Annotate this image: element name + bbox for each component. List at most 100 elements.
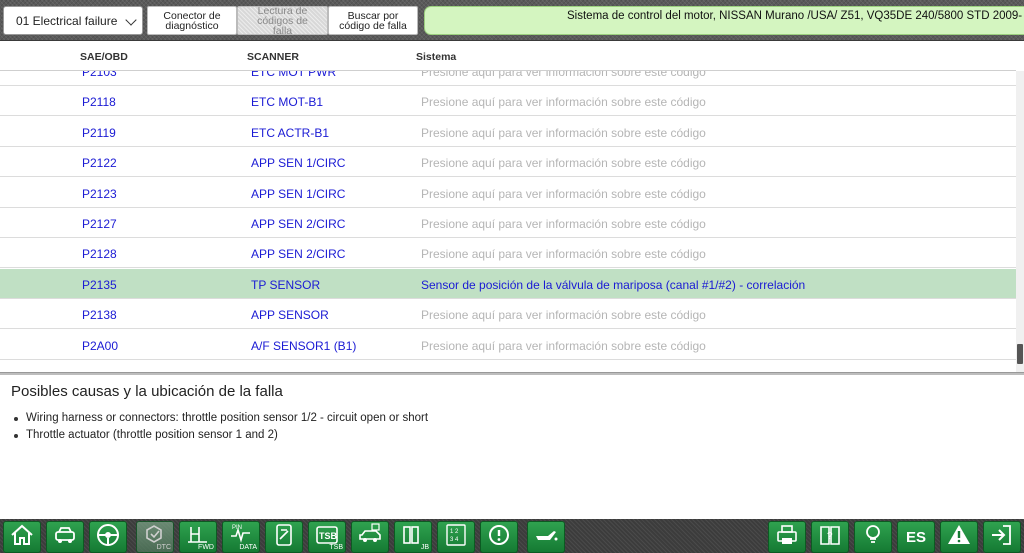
tools-icon	[271, 522, 297, 553]
scanner-name-cell: APP SEN 2/CIRC	[251, 247, 346, 262]
home-button[interactable]	[3, 521, 41, 553]
dtc-code-cell: P2103	[82, 71, 117, 79]
header-sae-obd: SAE/OBD	[80, 51, 128, 63]
vehicle-button[interactable]	[351, 521, 389, 553]
system-description-cell: Presione aquí para ver información sobre…	[421, 308, 706, 323]
header-system: Sistema	[416, 51, 457, 63]
svg-text:3 4: 3 4	[450, 537, 459, 543]
oil-can-button[interactable]	[527, 521, 565, 553]
pin-data-button[interactable]: PIN DATA	[222, 521, 260, 553]
scanner-name-cell: APP SEN 1/CIRC	[251, 186, 346, 201]
dtc-button[interactable]: DTC	[136, 521, 174, 553]
system-description-cell: Presione aquí para ver información sobre…	[421, 369, 706, 371]
table-row[interactable]: P2A03 A/F SENSOR1 (B2) Presione aquí para …	[0, 360, 1016, 371]
brake-button[interactable]	[480, 521, 518, 553]
dtc-code-cell: P2A00	[82, 338, 119, 353]
system-description-cell: Presione aquí para ver información sobre…	[421, 125, 706, 140]
scanner-name-cell: A/F SENSOR1 (B1)	[251, 338, 357, 353]
search-by-code-button[interactable]: Buscar por código de falla	[328, 6, 418, 35]
table-row[interactable]: P2138 APP SENSOR Presione aquí para ver in…	[0, 299, 1016, 330]
tools-button[interactable]	[265, 521, 303, 553]
system-description-cell: Presione aquí para ver información sobre…	[421, 217, 706, 231]
table-scrollbar[interactable]	[1016, 71, 1024, 374]
help-book-icon: ?	[817, 522, 843, 553]
dtc-code-cell: P2127	[82, 217, 117, 231]
read-fault-codes-button[interactable]: Lectura de códigos de falla	[237, 5, 328, 36]
scanner-name-cell: ETC MOT PWR	[251, 71, 337, 79]
dtc-code-cell: P2135	[82, 277, 117, 292]
home-icon	[9, 522, 35, 553]
tsb-button[interactable]: TSB TSB	[308, 521, 346, 553]
scanner-name-cell: APP SENSOR	[251, 308, 329, 323]
oil-can-icon	[533, 522, 559, 553]
lightbulb-button[interactable]	[854, 521, 892, 553]
button-caption: DATA	[239, 544, 257, 551]
steering-wheel-button[interactable]	[89, 521, 127, 553]
scanner-name-cell: ETC ACTR-B1	[251, 125, 330, 140]
scanner-name-cell: ETC MOT-B1	[251, 95, 324, 110]
steering-wheel-icon	[95, 522, 121, 553]
svg-text:TSB: TSB	[319, 531, 338, 541]
print-button[interactable]	[768, 521, 806, 553]
table-row[interactable]: P2135 TP SENSOR Sensor de posición de la v…	[0, 268, 1016, 299]
system-description-cell: Presione aquí para ver información sobre…	[421, 338, 706, 353]
svg-text:PIN: PIN	[232, 525, 242, 531]
table-row[interactable]: P2122 APP SEN 1/CIRC Presione aquí para ve…	[0, 147, 1016, 178]
car-list-icon	[52, 522, 78, 553]
print-icon	[774, 522, 800, 553]
svg-text:1 2: 1 2	[450, 529, 459, 535]
dtc-code-cell: P2A03	[82, 369, 118, 371]
dtc-code-cell: P2122	[82, 156, 117, 171]
table-row[interactable]: P2A00 A/F SENSOR1 (B1) Presione aquí para …	[0, 330, 1016, 360]
system-description-cell: Presione aquí para ver información sobre…	[421, 71, 706, 79]
failure-type-value: 01 Electrical failure	[16, 14, 118, 28]
bottom-toolbar: DTC FWD PIN DATA TSB TSB JB 1 23 4? ES	[0, 519, 1024, 553]
help-book-button[interactable]: ?	[811, 521, 849, 553]
dtc-code-cell: P2123	[82, 186, 117, 201]
exit-button[interactable]	[983, 521, 1021, 553]
language-button-button[interactable]: ES	[897, 521, 935, 553]
cause-item: Wiring harness or connectors: throttle p…	[11, 410, 1013, 427]
failure-type-select[interactable]: 01 Electrical failure	[3, 6, 143, 35]
system-description-cell: Sensor de posición de la válvula de mari…	[421, 277, 806, 292]
car-list-button[interactable]	[46, 521, 84, 553]
system-description-cell: Presione aquí para ver información sobre…	[421, 186, 706, 201]
dtc-code-cell: P2128	[82, 247, 117, 262]
system-description-cell: Presione aquí para ver información sobre…	[421, 247, 706, 262]
jb-button[interactable]: JB	[394, 521, 432, 553]
button-caption: FWD	[198, 544, 214, 551]
cause-list: Wiring harness or connectors: throttle p…	[11, 410, 1013, 444]
scanner-name-cell: APP SEN 1/CIRC	[251, 156, 346, 171]
system-info-bar: Sistema de control del motor, NISSAN Mur…	[424, 6, 1024, 35]
brake-icon	[486, 522, 512, 553]
grid-icon: 1 23 4	[443, 522, 469, 553]
scanner-name-cell: APP SEN 2/CIRC	[251, 217, 346, 231]
exit-icon	[989, 522, 1015, 553]
scanner-name-cell: TP SENSOR	[251, 277, 321, 292]
dtc-code-cell: P2138	[82, 308, 117, 323]
details-panel: Posibles causas y la ubicación de la fal…	[0, 375, 1024, 520]
table-row[interactable]: P2123 APP SEN 1/CIRC Presione aquí para ve…	[0, 178, 1016, 208]
table-row[interactable]: P2103 ETC MOT PWR Presione aquí para ver i…	[0, 71, 1016, 86]
system-description-cell: Presione aquí para ver información sobre…	[421, 95, 706, 110]
diagnostic-connector-button[interactable]: Conector de diagnóstico	[147, 6, 237, 35]
fwd-button[interactable]: FWD	[179, 521, 217, 553]
lightbulb-icon	[860, 522, 886, 553]
system-description-cell: Presione aquí para ver información sobre…	[421, 156, 706, 171]
top-toolbar: 01 Electrical failure Conector de diagnó…	[0, 0, 1024, 41]
table-row[interactable]: P2127 APP SEN 2/CIRC Presione aquí para ve…	[0, 208, 1016, 238]
dtc-code-cell: P2119	[82, 125, 116, 140]
table-row[interactable]: P2119 ETC ACTR-B1 Presione aquí para ver i…	[0, 117, 1016, 147]
fault-code-table: P2103 ETC MOT PWR Presione aquí para ver i…	[0, 71, 1016, 371]
button-caption: TSB	[329, 544, 343, 551]
table-row[interactable]: P2128 APP SEN 2/CIRC Presione aquí para ve…	[0, 238, 1016, 269]
grid-button[interactable]: 1 23 4	[437, 521, 475, 553]
dtc-code-cell: P2118	[82, 95, 116, 110]
button-caption: JB	[420, 544, 429, 551]
header-scanner: SCANNER	[247, 51, 299, 63]
warning-button[interactable]	[940, 521, 978, 553]
scrollbar-thumb[interactable]	[1017, 344, 1023, 364]
warning-icon	[946, 522, 972, 553]
button-caption: DTC	[156, 544, 171, 551]
table-row[interactable]: P2118 ETC MOT-B1 Presione aquí para ver in…	[0, 86, 1016, 117]
